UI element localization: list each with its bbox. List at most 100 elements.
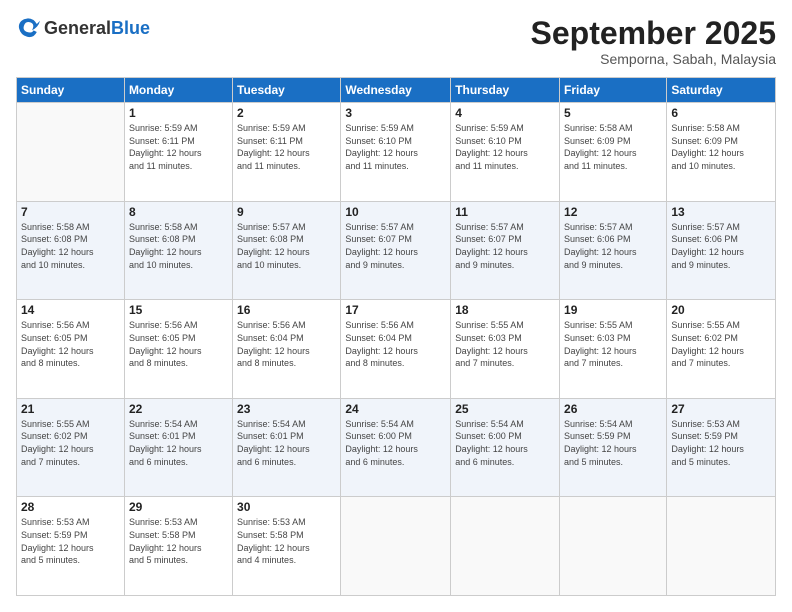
day-number: 30 [237, 500, 336, 514]
day-number: 26 [564, 402, 662, 416]
header: GeneralBlue September 2025 Semporna, Sab… [16, 16, 776, 67]
calendar-cell: 30 Sunrise: 5:53 AM Sunset: 5:58 PM Dayli… [233, 497, 341, 596]
day-number: 9 [237, 205, 336, 219]
calendar-cell: 22 Sunrise: 5:54 AM Sunset: 6:01 PM Dayli… [124, 398, 232, 497]
week-row-3: 14Sunrise: 5:56 AM Sunset: 6:05 PM Dayli… [17, 300, 776, 399]
day-info: Sunrise: 5:55 AM Sunset: 6:02 PM Dayligh… [21, 418, 120, 468]
title-block: September 2025 Semporna, Sabah, Malaysia [531, 16, 776, 67]
week-row-5: 28 Sunrise: 5:53 AM Sunset: 5:59 PM Dayli… [17, 497, 776, 596]
day-number: 12 [564, 205, 662, 219]
day-number: 22 [129, 402, 228, 416]
calendar-cell: 10 Sunrise: 5:57 AM Sunset: 6:07 PM Dayli… [341, 201, 451, 300]
col-tuesday: Tuesday [233, 78, 341, 103]
calendar-cell: 29 Sunrise: 5:53 AM Sunset: 5:58 PM Dayli… [124, 497, 232, 596]
week-row-4: 21 Sunrise: 5:55 AM Sunset: 6:02 PM Dayli… [17, 398, 776, 497]
day-number: 4 [455, 106, 555, 120]
day-info: Sunrise: 5:53 AM Sunset: 5:58 PM Dayligh… [129, 516, 228, 566]
day-info: Sunrise: 5:55 AM Sunset: 6:02 PM Dayligh… [671, 319, 771, 369]
day-number: 8 [129, 205, 228, 219]
day-info: Sunrise: 5:57 AM Sunset: 6:08 PM Dayligh… [237, 221, 336, 271]
day-info: Sunrise: 5:57 AM Sunset: 6:06 PM Dayligh… [671, 221, 771, 271]
day-info: Sunrise: 5:59 AM Sunset: 6:11 PM Dayligh… [237, 122, 336, 172]
calendar-cell [560, 497, 667, 596]
day-info: Sunrise: 5:59 AM Sunset: 6:11 PM Dayligh… [129, 122, 228, 172]
page: GeneralBlue September 2025 Semporna, Sab… [0, 0, 792, 612]
day-info: Sunrise: 5:56 AM Sunset: 6:04 PM Dayligh… [237, 319, 336, 369]
logo-general: General [44, 18, 111, 38]
calendar-cell [341, 497, 451, 596]
day-number: 5 [564, 106, 662, 120]
calendar-cell: 28 Sunrise: 5:53 AM Sunset: 5:59 PM Dayli… [17, 497, 125, 596]
day-info: Sunrise: 5:55 AM Sunset: 6:03 PM Dayligh… [455, 319, 555, 369]
day-info: Sunrise: 5:58 AM Sunset: 6:08 PM Dayligh… [129, 221, 228, 271]
col-monday: Monday [124, 78, 232, 103]
day-number: 7 [21, 205, 120, 219]
calendar-cell: 24Sunrise: 5:54 AM Sunset: 6:00 PM Dayli… [341, 398, 451, 497]
calendar-cell: 26 Sunrise: 5:54 AM Sunset: 5:59 PM Dayli… [560, 398, 667, 497]
day-info: Sunrise: 5:54 AM Sunset: 5:59 PM Dayligh… [564, 418, 662, 468]
day-number: 3 [345, 106, 446, 120]
calendar-cell: 18Sunrise: 5:55 AM Sunset: 6:03 PM Dayli… [451, 300, 560, 399]
day-info: Sunrise: 5:56 AM Sunset: 6:05 PM Dayligh… [21, 319, 120, 369]
calendar-cell: 1 Sunrise: 5:59 AM Sunset: 6:11 PM Daylig… [124, 103, 232, 202]
day-number: 21 [21, 402, 120, 416]
calendar-cell: 14Sunrise: 5:56 AM Sunset: 6:05 PM Dayli… [17, 300, 125, 399]
calendar-cell: 23Sunrise: 5:54 AM Sunset: 6:01 PM Dayli… [233, 398, 341, 497]
day-info: Sunrise: 5:58 AM Sunset: 6:09 PM Dayligh… [671, 122, 771, 172]
calendar-cell: 4Sunrise: 5:59 AM Sunset: 6:10 PM Daylig… [451, 103, 560, 202]
day-info: Sunrise: 5:54 AM Sunset: 6:00 PM Dayligh… [345, 418, 446, 468]
calendar-cell: 12 Sunrise: 5:57 AM Sunset: 6:06 PM Dayli… [560, 201, 667, 300]
calendar-cell: 13Sunrise: 5:57 AM Sunset: 6:06 PM Dayli… [667, 201, 776, 300]
week-row-1: 1 Sunrise: 5:59 AM Sunset: 6:11 PM Daylig… [17, 103, 776, 202]
location-subtitle: Semporna, Sabah, Malaysia [531, 51, 776, 67]
col-friday: Friday [560, 78, 667, 103]
day-number: 11 [455, 205, 555, 219]
day-info: Sunrise: 5:56 AM Sunset: 6:05 PM Dayligh… [129, 319, 228, 369]
day-info: Sunrise: 5:57 AM Sunset: 6:07 PM Dayligh… [455, 221, 555, 271]
calendar-cell: 2Sunrise: 5:59 AM Sunset: 6:11 PM Daylig… [233, 103, 341, 202]
day-number: 10 [345, 205, 446, 219]
day-number: 6 [671, 106, 771, 120]
calendar-cell: 21 Sunrise: 5:55 AM Sunset: 6:02 PM Dayli… [17, 398, 125, 497]
weekday-header-row: Sunday Monday Tuesday Wednesday Thursday… [17, 78, 776, 103]
day-number: 29 [129, 500, 228, 514]
col-wednesday: Wednesday [341, 78, 451, 103]
calendar-cell: 5 Sunrise: 5:58 AM Sunset: 6:09 PM Daylig… [560, 103, 667, 202]
col-saturday: Saturday [667, 78, 776, 103]
day-info: Sunrise: 5:56 AM Sunset: 6:04 PM Dayligh… [345, 319, 446, 369]
day-number: 23 [237, 402, 336, 416]
calendar-cell: 27 Sunrise: 5:53 AM Sunset: 5:59 PM Dayli… [667, 398, 776, 497]
day-info: Sunrise: 5:57 AM Sunset: 6:06 PM Dayligh… [564, 221, 662, 271]
day-number: 19 [564, 303, 662, 317]
day-info: Sunrise: 5:54 AM Sunset: 6:00 PM Dayligh… [455, 418, 555, 468]
day-number: 16 [237, 303, 336, 317]
day-info: Sunrise: 5:53 AM Sunset: 5:59 PM Dayligh… [671, 418, 771, 468]
day-number: 1 [129, 106, 228, 120]
calendar-cell: 20 Sunrise: 5:55 AM Sunset: 6:02 PM Dayli… [667, 300, 776, 399]
day-number: 20 [671, 303, 771, 317]
calendar-cell: 6 Sunrise: 5:58 AM Sunset: 6:09 PM Daylig… [667, 103, 776, 202]
day-info: Sunrise: 5:53 AM Sunset: 5:59 PM Dayligh… [21, 516, 120, 566]
col-thursday: Thursday [451, 78, 560, 103]
day-number: 25 [455, 402, 555, 416]
day-info: Sunrise: 5:57 AM Sunset: 6:07 PM Dayligh… [345, 221, 446, 271]
calendar-cell: 19 Sunrise: 5:55 AM Sunset: 6:03 PM Dayli… [560, 300, 667, 399]
day-number: 27 [671, 402, 771, 416]
logo: GeneralBlue [16, 16, 150, 40]
day-info: Sunrise: 5:54 AM Sunset: 6:01 PM Dayligh… [129, 418, 228, 468]
day-info: Sunrise: 5:55 AM Sunset: 6:03 PM Dayligh… [564, 319, 662, 369]
calendar-cell [451, 497, 560, 596]
calendar-cell: 11 Sunrise: 5:57 AM Sunset: 6:07 PM Dayli… [451, 201, 560, 300]
day-info: Sunrise: 5:58 AM Sunset: 6:09 PM Dayligh… [564, 122, 662, 172]
day-number: 15 [129, 303, 228, 317]
day-info: Sunrise: 5:53 AM Sunset: 5:58 PM Dayligh… [237, 516, 336, 566]
calendar-cell: 17Sunrise: 5:56 AM Sunset: 6:04 PM Dayli… [341, 300, 451, 399]
calendar-cell: 3Sunrise: 5:59 AM Sunset: 6:10 PM Daylig… [341, 103, 451, 202]
calendar-cell [667, 497, 776, 596]
calendar-cell: 16 Sunrise: 5:56 AM Sunset: 6:04 PM Dayli… [233, 300, 341, 399]
day-info: Sunrise: 5:58 AM Sunset: 6:08 PM Dayligh… [21, 221, 120, 271]
calendar-cell: 7 Sunrise: 5:58 AM Sunset: 6:08 PM Daylig… [17, 201, 125, 300]
week-row-2: 7 Sunrise: 5:58 AM Sunset: 6:08 PM Daylig… [17, 201, 776, 300]
day-number: 28 [21, 500, 120, 514]
col-sunday: Sunday [17, 78, 125, 103]
